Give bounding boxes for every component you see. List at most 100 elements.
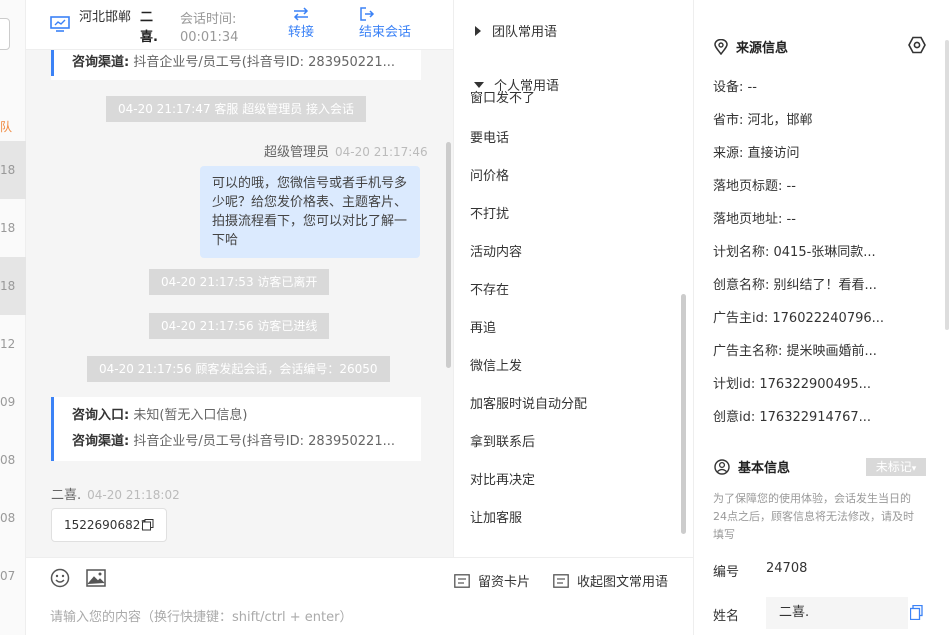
phrase-item[interactable]: 拿到联系后 [470,431,535,450]
phrase-item[interactable]: 问价格 [470,165,509,184]
source-field: 来源: 直接访问 [713,146,800,161]
landing-title-field: 落地页标题: -- [713,179,796,194]
session-time[interactable]: 18 [0,199,26,257]
contact-card-label: 留资卡片 [478,575,531,590]
phrase-item[interactable]: 不打扰 [470,203,509,222]
info-scrollbar[interactable] [945,40,949,330]
location-pin-icon [714,38,728,55]
phrase-item[interactable]: 微信上发 [470,355,522,374]
card-icon [553,573,569,588]
phrase-item[interactable]: 让加客服 [470,507,522,526]
session-list-strip: 队 18 18 18 12 09 08 08 07 [0,0,26,635]
tag-dropdown-label: 未标记 [875,460,912,474]
channel-value: 抖音企业号/员工号(抖音号ID: 283950221... [133,55,395,70]
collapse-phrases-label: 收起图文常用语 [577,575,669,590]
end-session-label: 结束会话 [359,25,412,40]
logout-icon [360,7,375,21]
phrases-scrollbar[interactable] [681,294,686,534]
image-icon[interactable] [86,568,106,588]
transfer-button[interactable]: 转接 [288,6,314,44]
chat-scrollbar[interactable] [446,142,451,368]
system-message: 04-20 21:17:47 客服 超级管理员 接入会话 [106,96,367,122]
agent-name: 超级管理员 [264,145,330,160]
session-time-label: 会话时间: [180,12,237,27]
source-info-heading: 来源信息 [714,37,788,56]
channel-label: 咨询渠道: [72,55,130,70]
message-list[interactable]: 咨询渠道: 抖音企业号/员工号(抖音号ID: 283950221... 04-2… [26,50,453,557]
source-info-title: 来源信息 [736,41,789,56]
session-time[interactable]: 12 [0,315,26,373]
card-icon [454,573,470,588]
session-time-value: 00:01:34 [180,30,239,45]
plan-id-field: 计划id: 176322900495... [713,377,872,392]
phrase-item[interactable]: 再追 [470,317,496,336]
phrase-item[interactable]: 不存在 [470,279,509,298]
session-time[interactable]: 07 [0,547,26,605]
session-time[interactable]: 09 [0,373,26,431]
customer-info-panel: 来源信息 设备: -- 省市: 河北，邯郸 来源: 直接访问 落地页标题: --… [694,0,949,635]
user-icon [714,458,730,475]
phrase-item[interactable]: 活动内容 [470,241,522,260]
entry-value: 未知(暂无入口信息) [133,408,248,423]
basic-info-heading: 基本信息 [714,457,790,476]
device-field: 设备: -- [713,80,757,95]
caret-down-icon [474,81,484,88]
session-time[interactable]: 08 [0,431,26,489]
number-value: 24708 [766,561,808,576]
team-phrases-group[interactable]: 团队常用语 [474,21,557,40]
copy-icon[interactable] [142,519,154,531]
plan-name-field: 计划名称: 0415-张琳同款... [713,245,876,260]
session-time[interactable]: 18 [0,141,26,199]
team-phrases-label: 团队常用语 [492,25,558,40]
message-composer: 留资卡片 收起图文常用语 请输入您的内容（换行快捷键：shift/ctrl + … [26,557,693,635]
phrase-item[interactable]: 窗口发不了 [470,89,535,106]
phrase-item[interactable]: 要电话 [470,127,509,146]
agent-sender: 超级管理员 04-20 21:17:46 [264,141,428,160]
monitor-icon [50,16,70,32]
copy-icon[interactable] [910,605,923,620]
name-input[interactable]: 二喜. [766,597,908,629]
basic-info-title: 基本信息 [738,461,791,476]
channel-value: 抖音企业号/员工号(抖音号ID: 283950221... [133,434,395,449]
contact-card-button[interactable]: 留资卡片 [454,571,530,590]
number-label: 编号 [713,565,740,580]
phrase-item[interactable]: 对比再决定 [470,469,535,488]
clipped-phrase-row: 窗口发不了 [454,89,684,109]
settings-icon[interactable] [908,36,926,54]
session-time[interactable]: 08 [0,489,26,547]
transfer-icon [293,7,309,21]
visitor-sender-name: 二喜. [51,488,82,503]
system-message: 04-20 21:17:56 顾客发起会话，会话编号：26050 [87,356,390,382]
end-session-button[interactable]: 结束会话 [359,6,411,44]
creative-id-field: 创意id: 176322914767... [713,410,872,425]
card-bottom [51,76,421,80]
smile-icon[interactable] [50,568,70,588]
message-input[interactable]: 请输入您的内容（换行快捷键：shift/ctrl + enter） [50,606,353,625]
phrase-item[interactable]: 加客服时说自动分配 [470,393,587,412]
quick-phrases-panel: 团队常用语 个人常用语 窗口发不了 要电话 问价格 不打扰 活动内容 不存在 再… [453,0,693,557]
session-search-box[interactable] [0,18,10,50]
transfer-label: 转接 [288,25,315,40]
entry-label: 咨询入口: [72,408,130,423]
visitor-timestamp: 04-20 21:18:02 [87,488,180,502]
visitor-message-bubble: 15226906821 [51,508,167,542]
caret-right-icon [475,25,481,36]
system-message: 04-20 21:17:53 访客已离开 [149,269,330,295]
collapse-phrases-button[interactable]: 收起图文常用语 [553,571,668,590]
advertiser-name-field: 广告主名称: 提米映画婚前... [713,344,877,359]
creative-name-field: 创意名称: 别纠结了！看看... [713,278,877,293]
landing-url-field: 落地页地址: -- [713,212,796,227]
conversation-header: 河北邯郸 二喜. 会话时间: 00:01:34 转接 结束会话 [26,0,453,50]
visitor-location: 河北邯郸 [79,10,132,25]
channel-label: 咨询渠道: [72,434,130,449]
chat-workspace: 队 18 18 18 12 09 08 08 07 河北邯郸 二喜. 会话时间:… [0,0,949,635]
queue-tag: 队 [0,120,13,134]
visitor-name: 二喜. [140,10,158,45]
province-field: 省市: 河北，邯郸 [713,113,813,128]
visitor-sender: 二喜. 04-20 21:18:02 [51,484,180,503]
consult-info-card: 咨询入口: 未知(暂无入口信息) 咨询渠道: 抖音企业号/员工号(抖音号ID: … [51,397,421,461]
session-time[interactable]: 18 [0,257,26,315]
advertiser-id-field: 广告主id: 176022240796... [713,311,885,326]
tag-dropdown[interactable]: 未标记▾ [866,458,926,476]
agent-timestamp: 04-20 21:17:46 [335,145,428,159]
